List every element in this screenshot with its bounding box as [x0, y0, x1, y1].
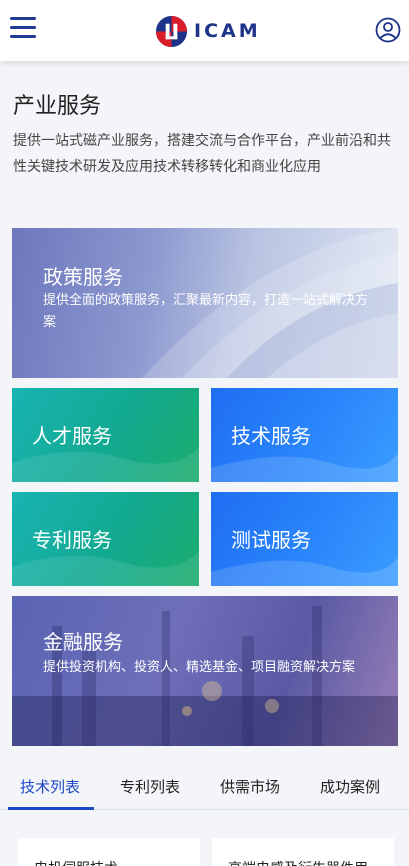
page-intro: 提供一站式磁产业服务，搭建交流与合作平台，产业前沿和共性关键技术研发及应用技术转…	[13, 133, 391, 175]
content-tabs: 技术列表 专利列表 供需市场 成功案例	[0, 768, 409, 810]
page-title: 产业服务	[13, 94, 102, 119]
user-circle-icon[interactable]	[375, 17, 401, 43]
policy-service-title: 政策服务	[43, 265, 123, 289]
tech-service-title: 技术服务	[231, 424, 311, 448]
tab-tech-list[interactable]: 技术列表	[0, 768, 100, 810]
icam-logo[interactable]: ICAM	[155, 14, 261, 48]
list-item[interactable]: 高端电感及衍生器件用	[212, 838, 394, 866]
finance-service-desc: 提供投资机构、投资人、精选基金、项目融资解决方案	[43, 660, 356, 675]
list-item-title: 电机伺服技术	[34, 858, 118, 866]
patent-service-title: 专利服务	[32, 528, 112, 552]
test-service-title: 测试服务	[231, 528, 311, 552]
policy-service-desc: 提供全面的政策服务，汇聚最新内容，打造一站式解决方案	[43, 293, 369, 330]
finance-service-title: 金融服务	[43, 630, 123, 654]
patent-service-card[interactable]: 专利服务	[12, 492, 199, 586]
finance-service-card[interactable]: 金融服务 提供投资机构、投资人、精选基金、项目融资解决方案	[12, 596, 398, 746]
test-service-card[interactable]: 测试服务	[211, 492, 398, 586]
tab-patent-list[interactable]: 专利列表	[100, 768, 200, 809]
policy-service-card[interactable]: 政策服务 提供全面的政策服务，汇聚最新内容，打造一站式解决方案	[12, 228, 398, 378]
hamburger-menu-icon[interactable]	[10, 17, 36, 41]
list-item[interactable]: 电机伺服技术	[18, 838, 200, 866]
talent-service-title: 人才服务	[32, 424, 112, 448]
talent-service-card[interactable]: 人才服务	[12, 388, 199, 482]
tab-success-cases[interactable]: 成功案例	[300, 768, 400, 809]
logo-mark-icon	[155, 15, 188, 47]
tech-service-card[interactable]: 技术服务	[211, 388, 398, 482]
logo-text: ICAM	[194, 20, 261, 42]
top-header: ICAM	[0, 0, 409, 61]
list-item-title: 高端电感及衍生器件用	[228, 858, 368, 866]
tab-supply-demand[interactable]: 供需市场	[200, 768, 300, 809]
